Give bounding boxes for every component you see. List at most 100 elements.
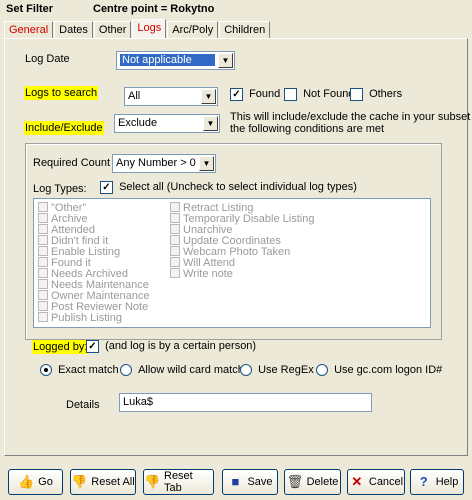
required-count-select[interactable]: Any Number > 0 ▼ (112, 154, 216, 173)
floppy-disk-icon: ■ (231, 474, 240, 489)
found-checkbox[interactable]: ✓ (230, 88, 243, 101)
title-bar: Set Filter Centre point = Rokytno (0, 0, 472, 18)
wild-card-option[interactable]: Allow wild card match (120, 364, 244, 377)
log-date-select[interactable]: Not applicable ▼ (116, 51, 235, 70)
log-type-checkbox[interactable] (170, 235, 180, 246)
wild-card-radio[interactable] (120, 364, 132, 377)
help-button-label: Help (435, 476, 459, 488)
logged-by-row[interactable]: ✓ (and log is by a certain person) (86, 340, 256, 353)
others-label: Others (369, 88, 403, 101)
thumbs-down-icon: 👎 (144, 474, 161, 489)
details-label: Details (66, 399, 100, 411)
log-type-checkbox[interactable] (38, 257, 48, 268)
details-input[interactable]: Luka$ (119, 393, 372, 412)
select-all-checkbox[interactable]: ✓ (100, 181, 113, 194)
required-count-label: Required Count (33, 157, 111, 169)
log-type-checkbox[interactable] (38, 301, 48, 312)
log-type-checkbox[interactable] (38, 290, 48, 301)
save-button-label: Save (247, 476, 273, 488)
exact-match-option[interactable]: Exact match (40, 364, 119, 377)
logs-to-search-label: Logs to search (24, 86, 99, 100)
logs-to-search-value: All (128, 90, 141, 102)
log-type-checkbox[interactable] (170, 246, 180, 257)
log-type-checkbox[interactable] (170, 268, 180, 279)
exact-match-label: Exact match (58, 364, 119, 376)
wild-card-label: Allow wild card match (138, 364, 244, 376)
log-type-checkbox[interactable] (38, 213, 48, 224)
exact-match-radio[interactable] (40, 364, 52, 377)
found-checkbox-row[interactable]: ✓ Found (230, 88, 280, 101)
question-mark-icon: ? (419, 474, 428, 489)
thumbs-up-icon: 👍 (18, 474, 35, 489)
window-title: Set Filter (6, 3, 54, 15)
log-type-checkbox[interactable] (38, 202, 48, 213)
gc-id-option[interactable]: Use gc.com logon ID# (316, 364, 442, 377)
select-all-label: Select all (Uncheck to select individual… (119, 181, 357, 194)
thumbs-down-icon: 👎 (71, 474, 88, 489)
select-all-row[interactable]: ✓ Select all (Uncheck to select individu… (100, 181, 357, 194)
tab-arc-poly[interactable]: Arc/Poly (167, 21, 219, 38)
include-exclude-value: Exclude (118, 117, 158, 129)
cancel-button-label: Cancel (368, 476, 404, 488)
reset-tab-button-label: Reset Tab (164, 470, 193, 494)
log-type-checkbox[interactable] (170, 257, 180, 268)
reset-tab-button[interactable]: 👎 Reset Tab (143, 469, 214, 495)
tab-strip: General Dates Other Logs Arc/Poly Childr… (4, 19, 271, 39)
list-item[interactable]: Write note (170, 268, 314, 280)
log-types-label: Log Types: (33, 183, 87, 195)
logs-to-search-select[interactable]: All ▼ (124, 87, 218, 106)
log-type-checkbox[interactable] (38, 312, 48, 323)
log-types-column-2: Retract Listing Temporarily Disable List… (170, 202, 314, 280)
go-button[interactable]: 👍 Go (8, 469, 63, 495)
log-types-list[interactable]: "Other" Archive Attended Didn't find it … (33, 198, 431, 328)
tab-other[interactable]: Other (93, 21, 132, 38)
log-type-checkbox[interactable] (38, 246, 48, 257)
centre-point-label: Centre point = Rokytno (93, 3, 215, 15)
log-type-checkbox[interactable] (38, 224, 48, 235)
log-date-label: Log Date (25, 53, 70, 65)
regex-option[interactable]: Use RegEx (240, 364, 314, 377)
include-exclude-note-1: This will include/exclude the cache in y… (230, 111, 472, 123)
tab-dates[interactable]: Dates (54, 21, 93, 38)
log-type-checkbox[interactable] (170, 202, 180, 213)
others-checkbox[interactable] (350, 88, 363, 101)
logged-by-label: Logged by: (32, 340, 89, 354)
delete-button[interactable]: 🗑 Delete (284, 469, 341, 495)
delete-button-label: Delete (306, 476, 339, 488)
gc-id-radio[interactable] (316, 364, 328, 377)
include-exclude-note-2: the following conditions are met (230, 123, 385, 135)
tab-children[interactable]: Children (219, 21, 271, 38)
others-checkbox-row[interactable]: Others (350, 88, 402, 101)
not-found-checkbox[interactable] (284, 88, 297, 101)
required-count-value: Any Number > 0 (116, 157, 196, 169)
log-type-checkbox[interactable] (38, 279, 48, 290)
found-label: Found (249, 88, 281, 101)
list-item[interactable]: Publish Listing (38, 312, 149, 324)
chevron-down-icon[interactable]: ▼ (203, 116, 218, 131)
not-found-label: Not Found (303, 88, 355, 101)
reset-all-button[interactable]: 👎 Reset All (70, 469, 136, 495)
log-type-checkbox[interactable] (170, 213, 180, 224)
chevron-down-icon[interactable]: ▼ (201, 89, 216, 104)
save-button[interactable]: ■ Save (222, 469, 278, 495)
log-date-value: Not applicable (120, 54, 215, 66)
cancel-button[interactable]: ✕ Cancel (347, 469, 405, 495)
not-found-checkbox-row[interactable]: Not Found (284, 88, 354, 101)
regex-radio[interactable] (240, 364, 252, 377)
include-exclude-select[interactable]: Exclude ▼ (114, 114, 220, 133)
tab-general[interactable]: General (4, 21, 54, 38)
chevron-down-icon[interactable]: ▼ (199, 156, 214, 171)
red-x-icon: ✕ (351, 474, 363, 489)
log-type-checkbox[interactable] (38, 268, 48, 279)
trash-icon: 🗑 (286, 474, 304, 489)
help-button[interactable]: ? Help (410, 469, 464, 495)
log-type-checkbox[interactable] (38, 235, 48, 246)
logged-by-checkbox[interactable]: ✓ (86, 340, 99, 353)
tab-logs[interactable]: Logs (132, 19, 167, 38)
include-exclude-label: Include/Exclude (24, 121, 104, 135)
logged-by-note: (and log is by a certain person) (105, 340, 257, 353)
chevron-down-icon[interactable]: ▼ (218, 53, 233, 68)
log-types-column-1: "Other" Archive Attended Didn't find it … (38, 202, 149, 324)
go-button-label: Go (38, 476, 53, 488)
log-type-checkbox[interactable] (170, 224, 180, 235)
